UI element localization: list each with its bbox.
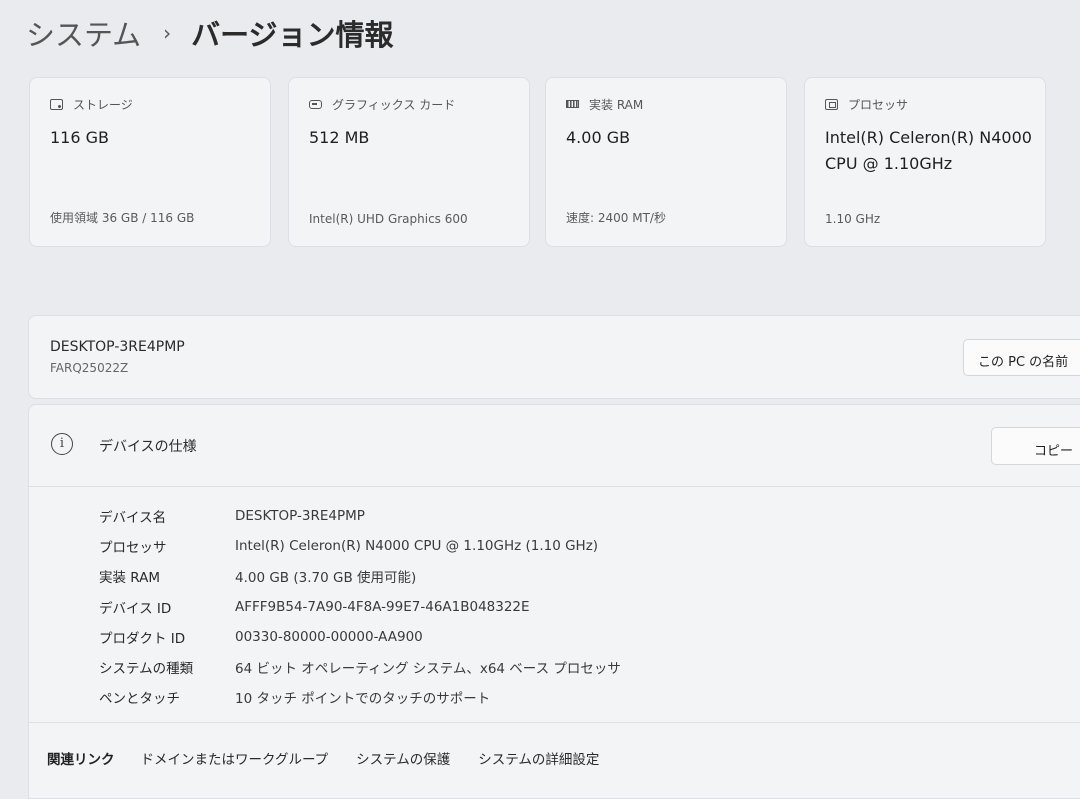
spec-row-ram: 実装 RAM 4.00 GB (3.70 GB 使用可能) xyxy=(99,561,621,591)
link-system-protection[interactable]: システムの保護 xyxy=(356,748,450,768)
device-specs-panel: i デバイスの仕様 コピー デバイス名 DESKTOP-3RE4PMP プロセッサ… xyxy=(28,404,1080,799)
pc-name: DESKTOP-3RE4PMP xyxy=(50,339,185,355)
spec-value: AFFF9B54-7A90-4F8A-99E7-46A1B048322E xyxy=(235,598,530,615)
spec-label: プロダクト ID xyxy=(99,630,186,647)
spec-row-processor: プロセッサ Intel(R) Celeron(R) N4000 CPU @ 1.1… xyxy=(99,531,621,561)
graphics-card-card: グラフィックス カード 512 MB Intel(R) UHD Graphics… xyxy=(288,77,530,247)
related-links: 関連リンク ドメインまたはワークグループ システムの保護 システムの詳細設定 xyxy=(29,722,1080,799)
storage-card-detail: 使用領域 36 GB / 116 GB xyxy=(50,211,195,225)
copy-button[interactable]: コピー xyxy=(991,427,1080,465)
spec-value: Intel(R) Celeron(R) N4000 CPU @ 1.10GHz … xyxy=(235,538,599,555)
ram-card: 実装 RAM 4.00 GB 速度: 2400 MT/秒 xyxy=(545,77,787,247)
spec-label: ペンとタッチ xyxy=(99,691,180,708)
spec-row-system-type: システムの種類 64 ビット オペレーティング システム、x64 ベース プロセッ… xyxy=(99,652,621,682)
breadcrumb-system[interactable]: システム xyxy=(26,12,141,54)
processor-card: プロセッサ Intel(R) Celeron(R) N4000 CPU @ 1.… xyxy=(804,77,1046,247)
pc-name-panel: DESKTOP-3RE4PMP FARQ25022Z この PC の名前 xyxy=(28,315,1080,399)
graphics-card-title: グラフィックス カード xyxy=(332,97,456,112)
graphics-card-icon xyxy=(309,99,322,109)
spec-value: 64 ビット オペレーティング システム、x64 ベース プロセッサ xyxy=(235,661,621,678)
spec-row-product-id: プロダクト ID 00330-80000-00000-AA900 xyxy=(99,622,621,652)
storage-icon xyxy=(50,98,63,110)
device-specs-title: デバイスの仕様 xyxy=(99,439,197,455)
processor-icon xyxy=(825,98,838,110)
spec-value: 10 タッチ ポイントでのタッチのサポート xyxy=(235,691,491,708)
pc-model: FARQ25022Z xyxy=(50,361,129,375)
processor-card-title: プロセッサ xyxy=(848,97,909,112)
spec-value: DESKTOP-3RE4PMP xyxy=(235,508,365,525)
ram-card-title: 実装 RAM xyxy=(589,97,644,112)
ram-card-value: 4.00 GB xyxy=(566,128,631,147)
link-advanced-system-settings[interactable]: システムの詳細設定 xyxy=(478,748,599,768)
ram-icon xyxy=(566,100,579,108)
device-specs-header[interactable]: i デバイスの仕様 コピー xyxy=(29,405,1080,487)
breadcrumb: システム › バージョン情報 xyxy=(26,12,394,54)
spec-label: システムの種類 xyxy=(99,661,194,678)
spec-row-device-id: デバイス ID AFFF9B54-7A90-4F8A-99E7-46A1B0483… xyxy=(99,592,621,622)
spec-value: 4.00 GB (3.70 GB 使用可能) xyxy=(235,570,417,587)
spec-label: デバイス ID xyxy=(99,600,172,617)
storage-card: ストレージ 116 GB 使用領域 36 GB / 116 GB xyxy=(29,77,271,247)
link-domain-workgroup[interactable]: ドメインまたはワークグループ xyxy=(141,748,329,768)
page-title: バージョン情報 xyxy=(191,18,394,52)
rename-pc-button[interactable]: この PC の名前 xyxy=(963,339,1080,376)
spec-row-device-name: デバイス名 DESKTOP-3RE4PMP xyxy=(99,501,621,531)
spec-label: 実装 RAM xyxy=(99,570,161,587)
related-links-label: 関連リンク xyxy=(47,752,115,768)
storage-card-title: ストレージ xyxy=(73,97,133,112)
spec-label: デバイス名 xyxy=(99,510,167,527)
spec-row-pen-touch: ペンとタッチ 10 タッチ ポイントでのタッチのサポート xyxy=(99,682,621,712)
spec-value: 00330-80000-00000-AA900 xyxy=(235,628,423,645)
processor-card-value: Intel(R) Celeron(R) N4000 CPU @ 1.10GHz xyxy=(825,128,1032,173)
graphics-card-value: 512 MB xyxy=(309,128,370,147)
info-icon: i xyxy=(51,433,73,455)
graphics-card-detail: Intel(R) UHD Graphics 600 xyxy=(309,212,468,226)
ram-card-detail: 速度: 2400 MT/秒 xyxy=(566,211,666,225)
breadcrumb-separator-icon: › xyxy=(163,21,172,45)
processor-card-detail: 1.10 GHz xyxy=(825,212,881,226)
spec-list: デバイス名 DESKTOP-3RE4PMP プロセッサ Intel(R) Celer… xyxy=(99,501,621,712)
spec-label: プロセッサ xyxy=(99,540,167,557)
storage-card-value: 116 GB xyxy=(50,128,109,147)
